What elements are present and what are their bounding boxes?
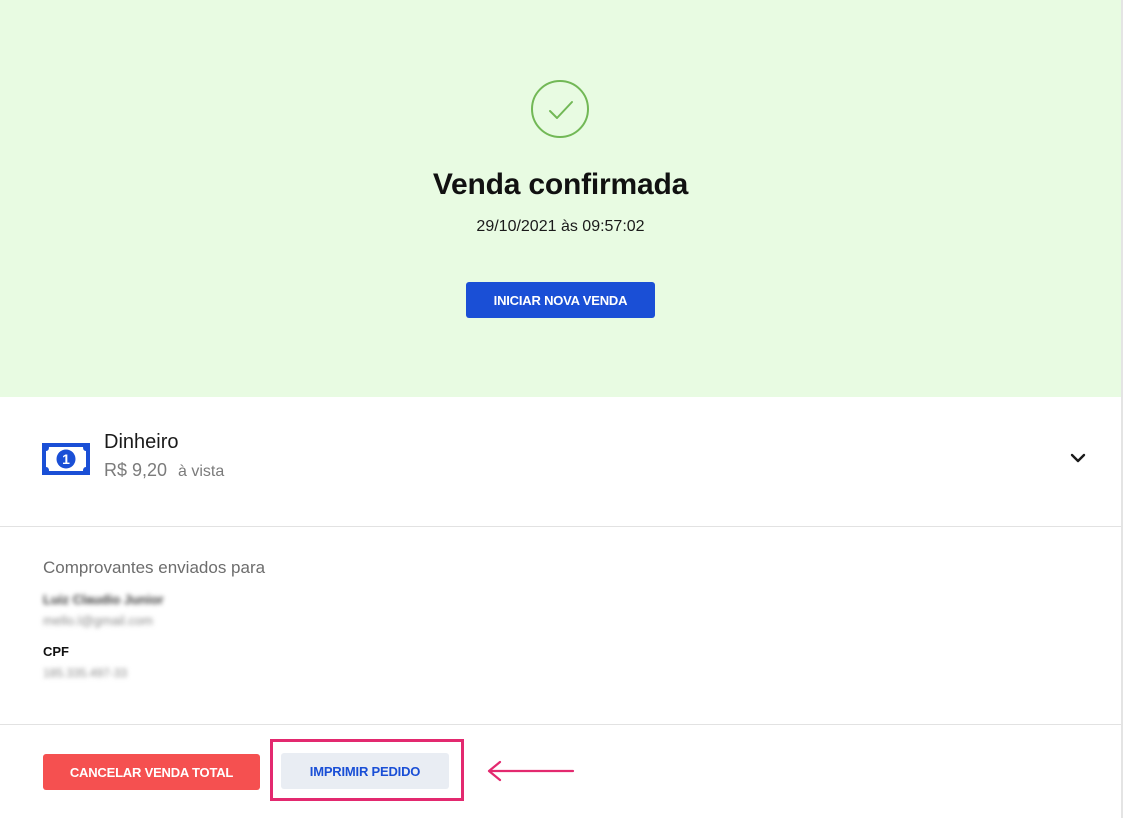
receipts-section: Comprovantes enviados para Luiz Claudio … — [0, 527, 1121, 725]
sale-confirmation-page: Venda confirmada 29/10/2021 às 09:57:02 … — [0, 0, 1123, 818]
customer-email: mello.l@gmail.com — [43, 613, 153, 628]
page-title: Venda confirmada — [432, 168, 689, 201]
arrow-left-icon — [486, 760, 576, 787]
cpf-label: CPF — [43, 644, 69, 659]
sale-datetime: 29/10/2021 às 09:57:02 — [476, 218, 645, 235]
check-circle-icon — [531, 80, 589, 138]
svg-text:1: 1 — [62, 451, 70, 467]
print-order-button[interactable]: IMPRIMIR PEDIDO — [281, 753, 449, 789]
payment-summary[interactable]: 1 Dinheiro R$ 9,20 à vista — [0, 397, 1121, 527]
success-banner: Venda confirmada 29/10/2021 às 09:57:02 … — [0, 0, 1121, 397]
payment-method-label: Dinheiro — [104, 431, 179, 453]
cash-bill-icon: 1 — [42, 443, 90, 480]
receipts-heading: Comprovantes enviados para — [43, 558, 266, 577]
payment-terms: à vista — [178, 463, 225, 480]
chevron-down-icon[interactable] — [1068, 451, 1088, 467]
cpf-value: 185.335.497-33 — [43, 666, 128, 680]
customer-name: Luiz Claudio Junior — [43, 592, 164, 607]
start-new-sale-button[interactable]: INICIAR NOVA VENDA — [466, 282, 655, 318]
payment-amount: R$ 9,20 — [104, 460, 168, 480]
cancel-total-sale-button[interactable]: CANCELAR VENDA TOTAL — [43, 754, 260, 790]
